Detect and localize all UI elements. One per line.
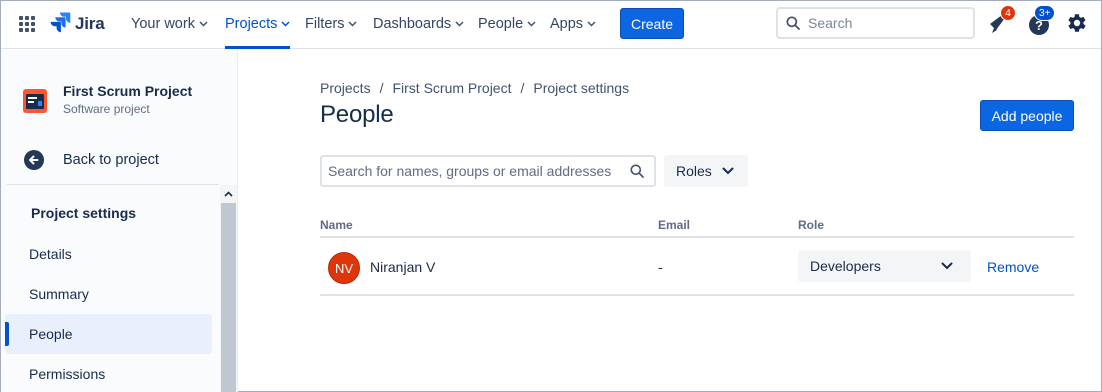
nav-dashboards[interactable]: Dashboards: [373, 1, 464, 47]
breadcrumb-projects[interactable]: Projects: [320, 80, 371, 96]
sidebar-item-details[interactable]: Details: [5, 234, 212, 274]
jira-logo[interactable]: Jira: [49, 11, 105, 38]
project-type: Software project: [63, 102, 150, 116]
chevron-down-icon: [527, 21, 536, 27]
project-header[interactable]: First Scrum Project Software project: [23, 81, 192, 117]
nav-projects[interactable]: Projects: [225, 1, 291, 49]
help-badge: 3+: [1034, 5, 1056, 21]
roles-filter-dropdown[interactable]: Roles: [664, 155, 748, 187]
breadcrumb-project-settings[interactable]: Project settings: [533, 80, 629, 96]
jira-logo-icon: [49, 11, 71, 38]
table-row: NV Niranjan V - Developers Remove: [320, 238, 1074, 294]
chevron-down-icon: [199, 21, 208, 27]
nav-people-label: People: [478, 16, 524, 32]
global-search-input[interactable]: [808, 15, 958, 31]
project-settings-heading: Project settings: [31, 205, 137, 221]
project-avatar-icon: [23, 89, 47, 113]
top-navigation: Jira Your work Projects Filters Dashboar…: [1, 1, 1101, 49]
nav-projects-label: Projects: [225, 16, 278, 32]
chevron-up-icon: [224, 190, 233, 197]
nav-your-work-label: Your work: [131, 16, 195, 32]
breadcrumb: Projects / First Scrum Project / Project…: [320, 80, 629, 96]
column-header-email: Email: [658, 218, 691, 232]
nav-your-work[interactable]: Your work: [131, 1, 208, 47]
chevron-down-icon: [348, 21, 358, 27]
back-to-project-link[interactable]: Back to project: [23, 147, 159, 173]
sidebar-item-people[interactable]: People: [5, 314, 212, 354]
sidebar-settings-menu: Project settings Details Summary People …: [1, 185, 237, 392]
column-header-name: Name: [320, 218, 353, 232]
page-title: People: [320, 101, 394, 128]
sidebar: First Scrum Project Software project Bac…: [1, 50, 238, 392]
help-button[interactable]: ? 3+: [1026, 5, 1056, 37]
app-switcher-icon[interactable]: [17, 14, 37, 34]
nav-dashboards-label: Dashboards: [373, 16, 452, 32]
project-name: First Scrum Project: [63, 83, 193, 99]
nav-filters[interactable]: Filters: [305, 1, 358, 47]
chevron-down-icon: [455, 21, 464, 27]
person-email: -: [658, 259, 663, 275]
create-button[interactable]: Create: [620, 8, 684, 39]
person-name: Niranjan V: [370, 259, 436, 275]
settings-button[interactable]: [1065, 11, 1091, 37]
roles-filter-label: Roles: [676, 163, 712, 179]
role-select-value: Developers: [810, 258, 881, 274]
breadcrumb-separator: /: [379, 80, 384, 96]
role-select[interactable]: Developers: [798, 250, 971, 282]
sidebar-scrollbar[interactable]: [220, 185, 237, 392]
chevron-down-icon: [722, 167, 734, 175]
avatar: NV: [328, 252, 360, 284]
settings-icon: [1068, 14, 1086, 32]
column-header-role: Role: [798, 218, 825, 232]
people-search-field[interactable]: [320, 155, 656, 187]
sidebar-item-label: Summary: [29, 286, 89, 302]
chevron-down-icon: [587, 21, 596, 27]
sidebar-item-summary[interactable]: Summary: [5, 274, 212, 314]
nav-people[interactable]: People: [478, 1, 536, 47]
app-name: Jira: [75, 14, 105, 33]
add-people-button[interactable]: Add people: [980, 100, 1074, 131]
sidebar-item-label: Permissions: [29, 366, 106, 382]
arrow-left-circle-icon: [24, 150, 44, 170]
sidebar-item-label: People: [29, 326, 73, 342]
table-row-divider: [320, 294, 1074, 296]
breadcrumb-project[interactable]: First Scrum Project: [392, 80, 511, 96]
global-search[interactable]: [776, 7, 975, 39]
chevron-down-icon: [941, 262, 953, 270]
people-search-input[interactable]: [322, 163, 622, 179]
sidebar-item-label: Details: [29, 246, 72, 262]
nav-apps-label: Apps: [550, 16, 584, 32]
search-icon: [786, 16, 800, 30]
notifications-button[interactable]: 4: [986, 5, 1016, 37]
search-icon: [630, 164, 644, 178]
chevron-down-icon: [281, 21, 290, 27]
nav-filters-label: Filters: [305, 16, 345, 32]
sidebar-item-permissions[interactable]: Permissions: [5, 354, 212, 392]
back-to-project-label: Back to project: [63, 152, 159, 168]
notifications-badge: 4: [1000, 5, 1016, 21]
scroll-up-button[interactable]: [220, 185, 237, 202]
nav-apps[interactable]: Apps: [550, 1, 596, 47]
scrollbar-thumb[interactable]: [221, 203, 236, 392]
remove-person-link[interactable]: Remove: [987, 259, 1039, 275]
breadcrumb-separator: /: [520, 80, 525, 96]
